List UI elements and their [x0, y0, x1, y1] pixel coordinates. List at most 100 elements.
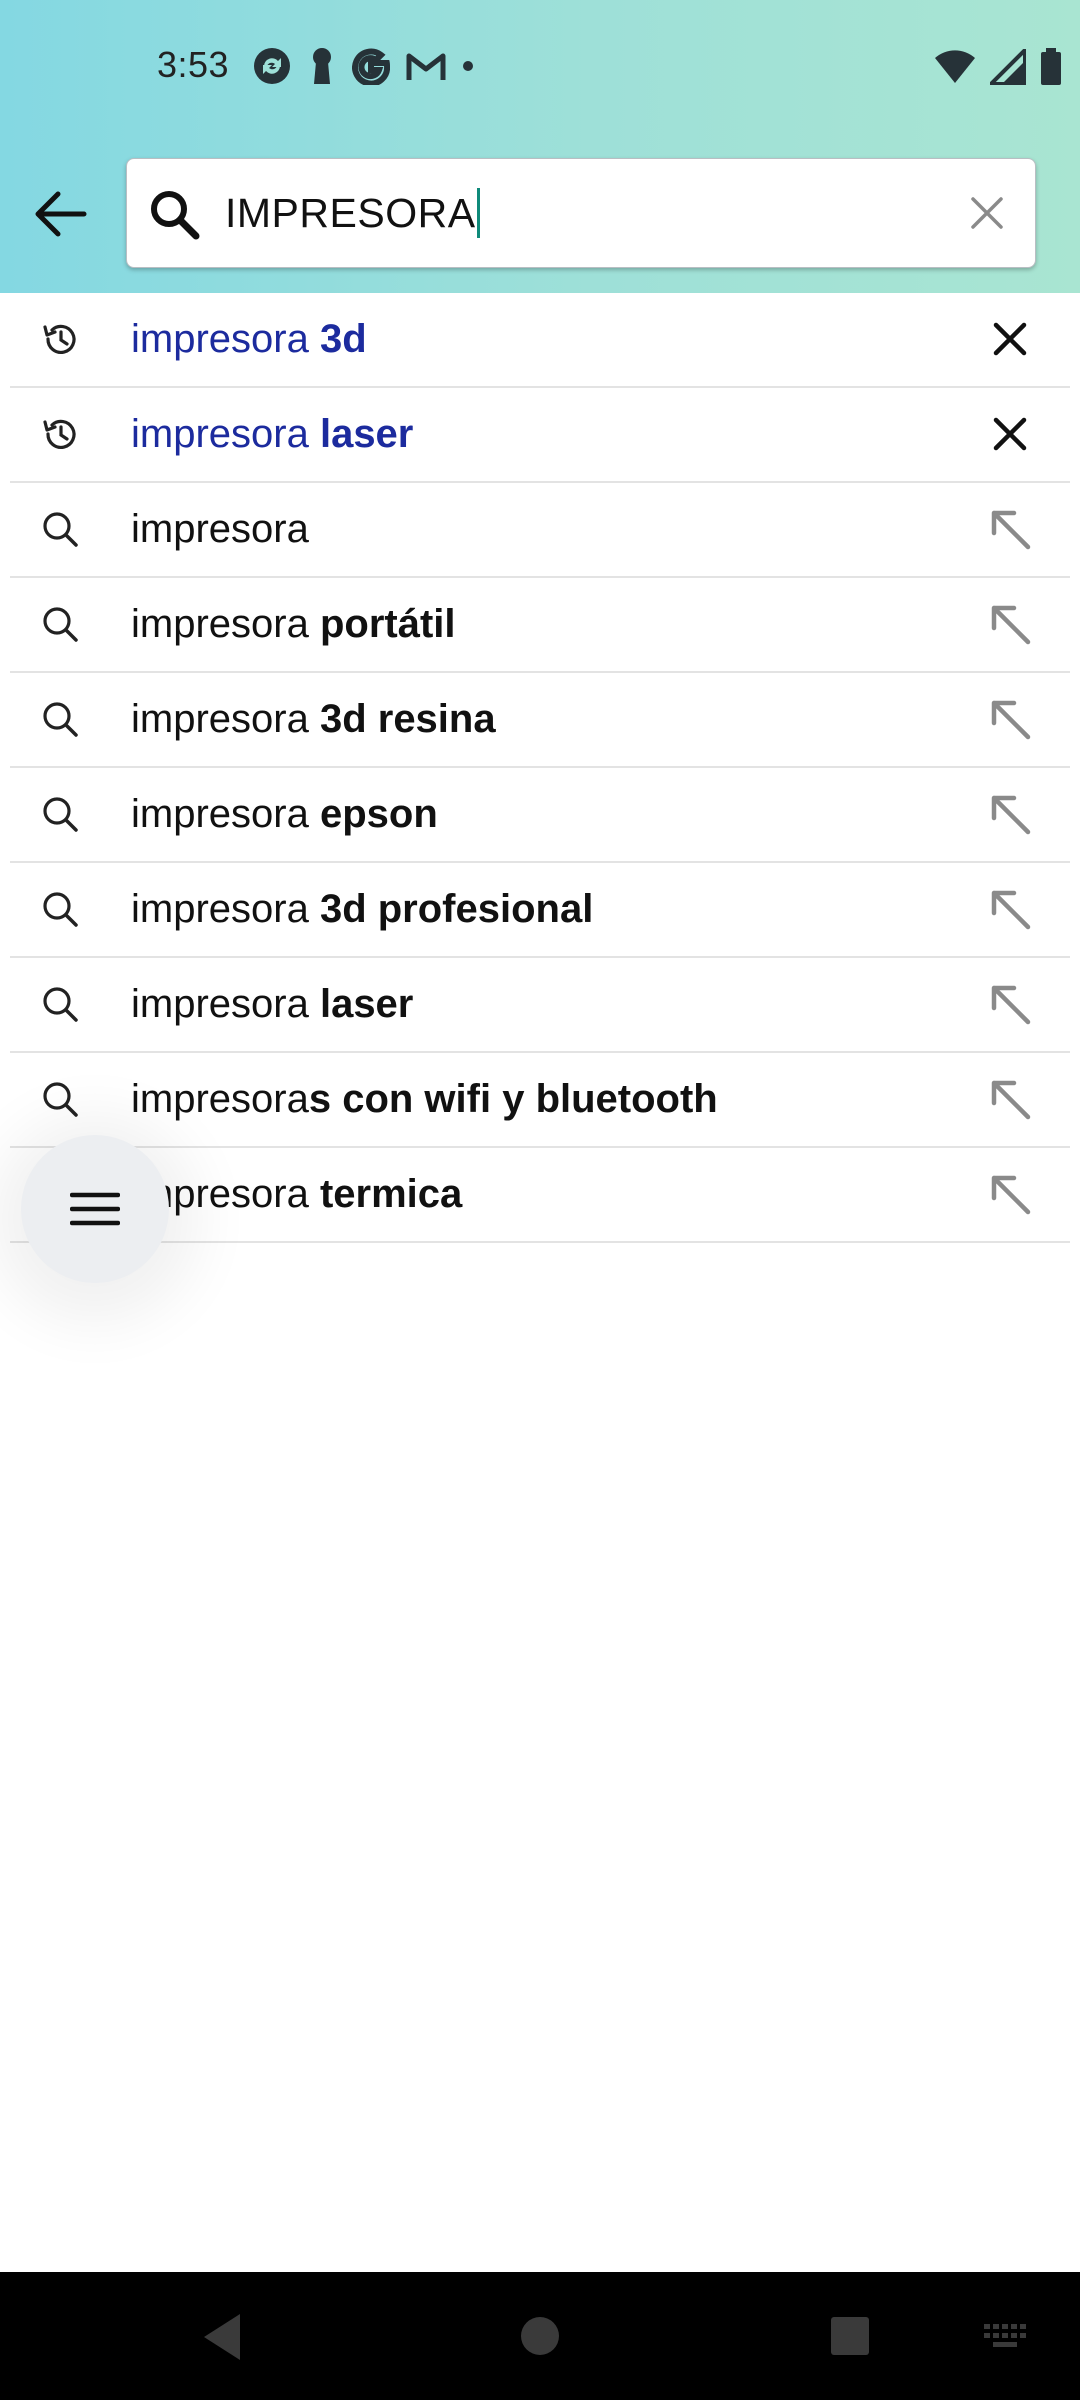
search-icon: [40, 889, 80, 929]
history-suggestion-row[interactable]: impresora 3d: [10, 293, 1070, 388]
suggestion-completion: 3d profesional: [319, 887, 594, 931]
search-suggestion-row[interactable]: impresora termica: [10, 1148, 1070, 1243]
search-suggestion-row[interactable]: impresora portátil: [10, 578, 1070, 673]
suggestion-label: impresoras con wifi y bluetooth: [131, 1053, 718, 1146]
suggestion-list: impresora 3d impresora laser impresora impr…: [0, 293, 1080, 1243]
nav-back-button[interactable]: [200, 2312, 244, 2367]
fill-query-button[interactable]: [986, 695, 1034, 743]
system-navigation-bar: [0, 2272, 1080, 2400]
search-box[interactable]: IMPRESORA: [126, 158, 1036, 268]
suggestion-completion: termica: [319, 1172, 463, 1216]
suggestion-prefix: impresora: [131, 507, 309, 551]
suggestion-completion: laser: [319, 412, 414, 456]
search-suggestion-row[interactable]: impresora: [10, 483, 1070, 578]
fill-query-button[interactable]: [986, 1075, 1034, 1123]
suggestion-label: impresora epson: [131, 768, 438, 861]
arrow-up-left-icon: [988, 792, 1032, 836]
search-suggestion-row[interactable]: impresora 3d profesional: [10, 863, 1070, 958]
arrow-up-left-icon: [988, 1172, 1032, 1216]
arrow-up-left-icon: [988, 887, 1032, 931]
square-recents-icon: [831, 2317, 869, 2355]
suggestion-prefix: impresora: [131, 982, 320, 1026]
arrow-up-left-icon: [988, 507, 1032, 551]
search-suggestion-row[interactable]: impresoras con wifi y bluetooth: [10, 1053, 1070, 1148]
suggestion-prefix: impresora: [131, 887, 320, 931]
fill-query-button[interactable]: [986, 505, 1034, 553]
suggestion-prefix: impresora: [131, 602, 320, 646]
search-icon: [40, 604, 80, 644]
status-time: 3:53: [157, 44, 230, 85]
google-icon: [352, 47, 390, 85]
close-icon: [971, 197, 1003, 229]
back-button[interactable]: [22, 176, 98, 252]
dot-icon: [462, 60, 474, 72]
menu-button[interactable]: [21, 1135, 169, 1283]
close-icon: [992, 321, 1028, 357]
status-bar: 3:53: [0, 0, 1080, 135]
remove-history-button[interactable]: [986, 315, 1034, 363]
gmail-icon: [406, 50, 446, 82]
fill-query-button[interactable]: [986, 790, 1034, 838]
fill-query-button[interactable]: [986, 885, 1034, 933]
battery-icon: [1040, 48, 1062, 91]
suggestion-label: impresora termica: [131, 1148, 462, 1241]
suggestion-prefix: impresora: [131, 1077, 309, 1121]
search-suggestion-row[interactable]: impresora laser: [10, 958, 1070, 1053]
search-query-text: IMPRESORA: [225, 190, 476, 236]
arrow-up-left-icon: [988, 602, 1032, 646]
close-icon: [992, 416, 1028, 452]
suggestion-label: impresora portátil: [131, 578, 456, 671]
notification-icons: [252, 44, 474, 88]
search-input[interactable]: IMPRESORA: [225, 183, 480, 243]
signal-icon: [986, 45, 1027, 90]
nav-recents-button[interactable]: [830, 2316, 870, 2361]
search-icon: [40, 984, 80, 1024]
nav-home-button[interactable]: [520, 2316, 560, 2361]
suggestion-prefix: impresora: [131, 317, 320, 361]
hamburger-menu-icon: [70, 1192, 120, 1226]
suggestion-completion: s con wifi y bluetooth: [308, 1077, 718, 1121]
search-suggestion-row[interactable]: impresora epson: [10, 768, 1070, 863]
app-header: 3:53 IMPRESORA: [0, 0, 1080, 293]
suggestion-completion: 3d: [319, 317, 367, 361]
arrow-up-left-icon: [988, 982, 1032, 1026]
search-icon: [40, 509, 80, 549]
fill-query-button[interactable]: [986, 600, 1034, 648]
arrow-left-icon: [35, 191, 87, 237]
suggestion-label: impresora laser: [131, 388, 413, 481]
suggestion-label: impresora: [131, 483, 309, 576]
suggestion-label: impresora 3d resina: [131, 673, 496, 766]
search-suggestion-row[interactable]: impresora 3d resina: [10, 673, 1070, 768]
search-icon: [40, 1079, 80, 1119]
system-status-icons: [934, 45, 1062, 91]
fill-query-button[interactable]: [986, 980, 1034, 1028]
history-icon: [40, 319, 80, 359]
arrow-up-left-icon: [988, 697, 1032, 741]
keyboard-icon: [984, 2324, 1026, 2347]
history-icon: [40, 414, 80, 454]
suggestion-label: impresora laser: [131, 958, 413, 1051]
suggestion-prefix: impresora: [131, 792, 320, 836]
wifi-icon: [934, 50, 976, 89]
keyhole-icon: [308, 46, 336, 86]
history-suggestion-row[interactable]: impresora laser: [10, 388, 1070, 483]
text-cursor: [476, 188, 480, 238]
suggestion-label: impresora 3d: [131, 293, 367, 386]
suggestion-completion: 3d resina: [319, 697, 496, 741]
suggestion-completion: laser: [319, 982, 414, 1026]
sync-icon: [252, 46, 292, 86]
suggestion-completion: portátil: [319, 602, 456, 646]
remove-history-button[interactable]: [986, 410, 1034, 458]
nav-keyboard-button[interactable]: [984, 2324, 1028, 2355]
arrow-up-left-icon: [988, 1077, 1032, 1121]
fill-query-button[interactable]: [986, 1170, 1034, 1218]
triangle-back-icon: [204, 2314, 240, 2360]
suggestion-completion: epson: [319, 792, 438, 836]
suggestion-label: impresora 3d profesional: [131, 863, 593, 956]
search-icon: [40, 794, 80, 834]
search-icon: [40, 699, 80, 739]
clear-search-button[interactable]: [965, 191, 1009, 235]
circle-home-icon: [521, 2317, 559, 2355]
suggestion-prefix: impresora: [131, 697, 320, 741]
search-icon: [147, 187, 201, 246]
